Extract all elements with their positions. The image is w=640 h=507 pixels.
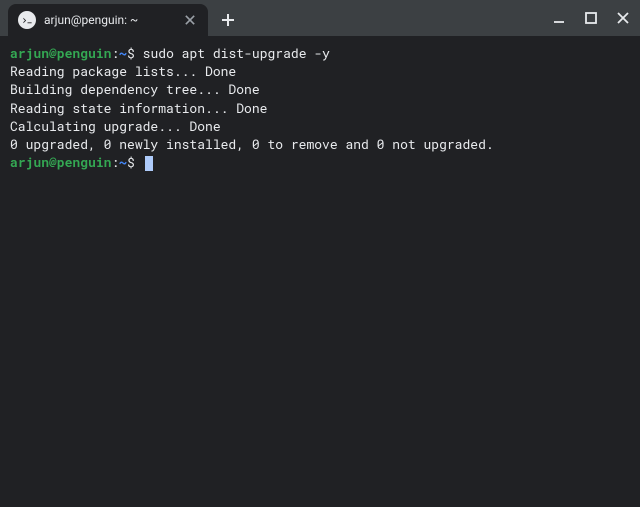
output-line: Reading package lists... Done — [10, 62, 630, 80]
terminal-body[interactable]: arjun@penguin:~$ sudo apt dist-upgrade -… — [0, 36, 640, 179]
terminal-tab[interactable]: arjun@penguin: ~ — [8, 4, 208, 36]
window-controls — [550, 0, 632, 36]
output-line: Reading state information... Done — [10, 99, 630, 117]
output-line: 0 upgraded, 0 newly installed, 0 to remo… — [10, 135, 630, 153]
cwd-path: ~ — [119, 44, 127, 62]
terminal-icon — [18, 11, 36, 29]
output-line: Building dependency tree... Done — [10, 80, 630, 98]
close-tab-icon[interactable] — [182, 12, 198, 28]
minimize-icon[interactable] — [550, 9, 568, 27]
maximize-icon[interactable] — [582, 9, 600, 27]
prompt-line: arjun@penguin:~$ — [10, 153, 630, 171]
prompt-line: arjun@penguin:~$ sudo apt dist-upgrade -… — [10, 44, 630, 62]
user-host: arjun@penguin — [10, 153, 111, 171]
new-tab-button[interactable] — [214, 6, 242, 34]
cwd-path: ~ — [119, 153, 127, 171]
titlebar: arjun@penguin: ~ — [0, 0, 640, 36]
close-window-icon[interactable] — [614, 9, 632, 27]
cursor-icon — [145, 156, 153, 171]
output-line: Calculating upgrade... Done — [10, 117, 630, 135]
user-host: arjun@penguin — [10, 44, 111, 62]
command-text: sudo apt dist-upgrade -y — [143, 44, 330, 62]
tab-title: arjun@penguin: ~ — [44, 13, 174, 27]
